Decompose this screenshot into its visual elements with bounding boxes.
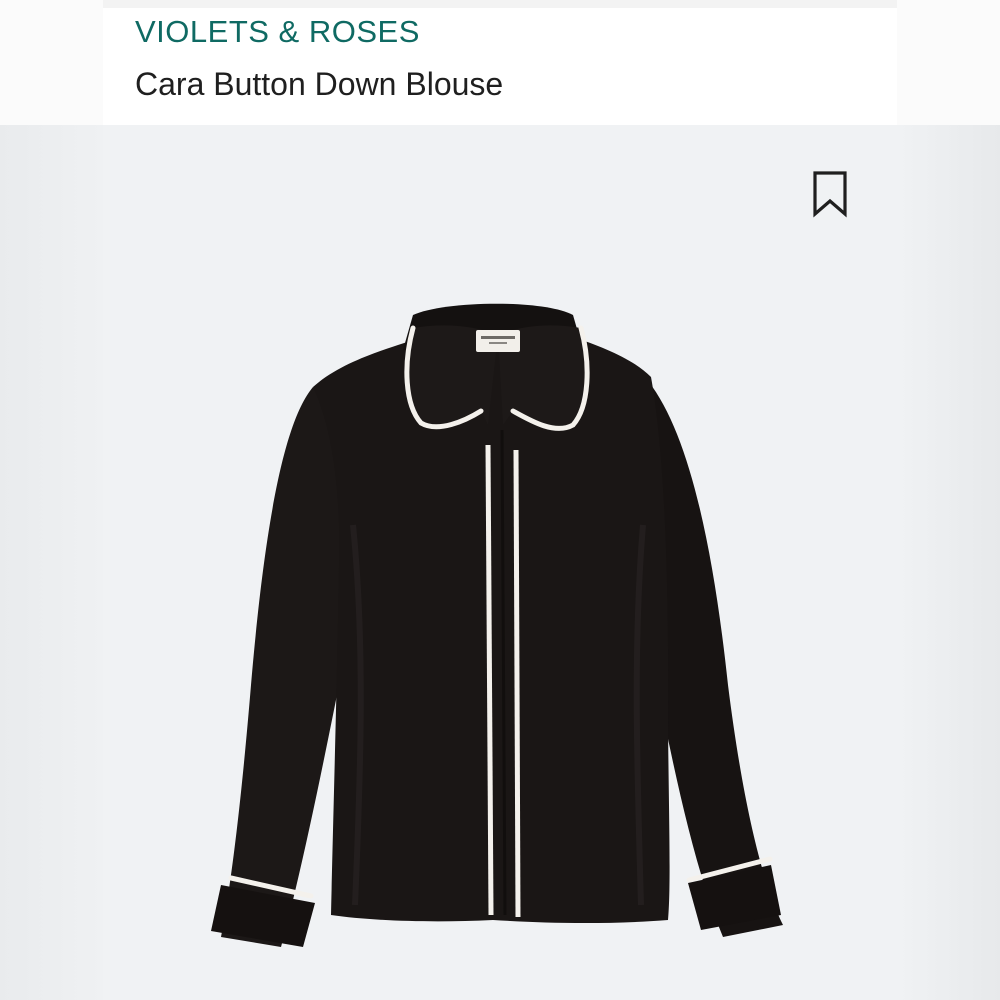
product-title: Cara Button Down Blouse [135,66,504,102]
brand-name[interactable]: VIOLETS & ROSES [135,14,420,50]
bookmark-icon [813,171,847,218]
product-card[interactable]: VIOLETS & ROSES Cara Button Down Blouse [103,0,897,1000]
product-header: VIOLETS & ROSES Cara Button Down Blouse [103,0,897,125]
left-backdrop [0,125,103,1000]
blouse-illustration [211,303,783,947]
right-margin [897,0,1000,125]
product-image[interactable] [103,125,897,1000]
right-backdrop [897,125,1000,1000]
save-button[interactable] [811,170,849,218]
left-margin [0,0,103,125]
